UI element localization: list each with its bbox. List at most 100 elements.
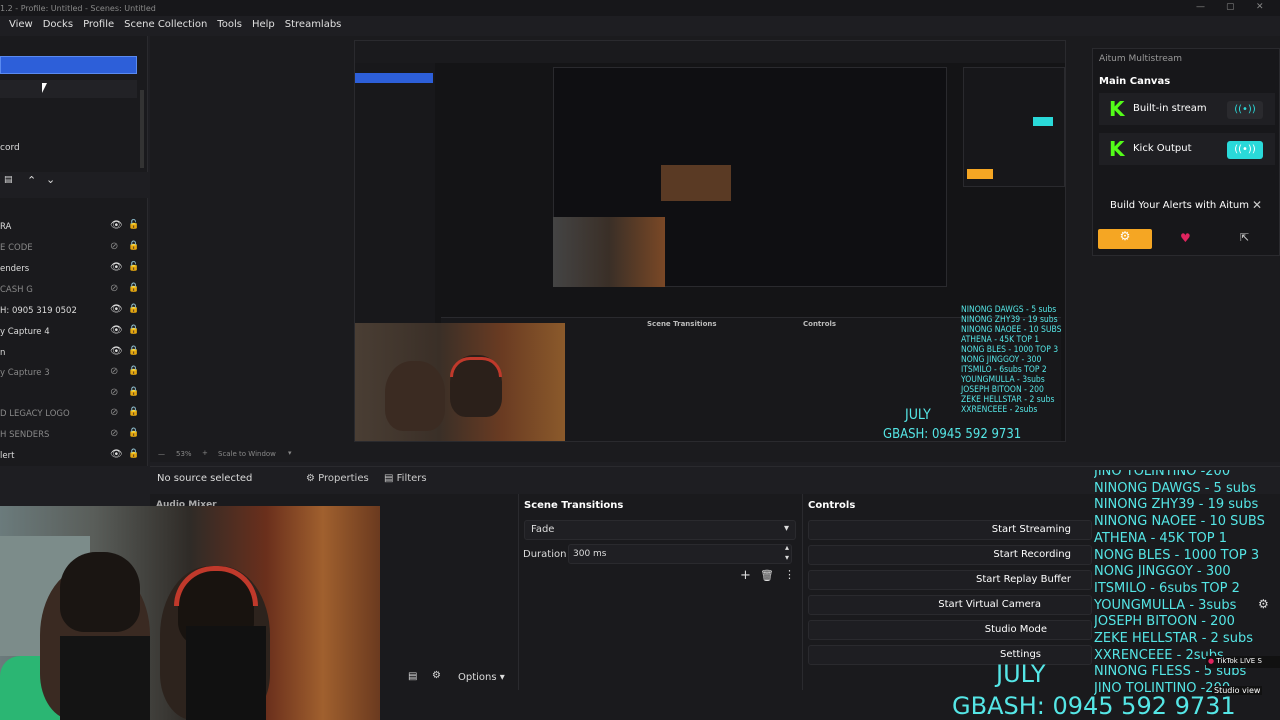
nested-webcam-tiny: [661, 165, 731, 201]
source-item[interactable]: enders 👁 🔓: [0, 260, 148, 280]
unlock-icon[interactable]: 🔓: [128, 220, 139, 230]
sub-line: ZEKE HELLSTAR - 2 subs: [1094, 631, 1253, 647]
lock-icon[interactable]: 🔒: [128, 325, 139, 335]
menu-profile[interactable]: Profile: [78, 16, 119, 34]
lock-icon[interactable]: 🔒: [128, 387, 139, 397]
source-name: lert: [0, 451, 15, 461]
eye-icon[interactable]: 👁: [110, 262, 123, 273]
scene-item[interactable]: [0, 80, 137, 98]
sub-line: NINONG ZHY39 - 19 subs: [1094, 497, 1259, 513]
eye-icon[interactable]: 👁: [110, 449, 123, 460]
source-item[interactable]: D LEGACY LOGO ⊘ 🔒: [0, 405, 148, 425]
move-up-icon[interactable]: ⌃: [27, 174, 36, 187]
zoom-out-icon[interactable]: —: [158, 450, 165, 458]
source-item[interactable]: H: 0905 319 0502 👁 🔒: [0, 302, 148, 322]
move-down-icon[interactable]: ⌄: [46, 173, 55, 186]
lock-icon[interactable]: 🔒: [128, 428, 139, 438]
eye-hidden-icon[interactable]: ⊘: [110, 407, 118, 418]
lock-icon[interactable]: 🔒: [128, 449, 139, 459]
title-bar: 1.2 - Profile: Untitled - Scenes: Untitl…: [0, 0, 1280, 16]
add-transition-icon[interactable]: +: [740, 568, 751, 583]
menu-scene-collection[interactable]: Scene Collection: [119, 16, 212, 34]
filters-button[interactable]: ▤ Filters: [384, 473, 427, 484]
menu-streamlabs[interactable]: Streamlabs: [280, 16, 347, 34]
stream-toggle[interactable]: ((•)): [1227, 101, 1263, 119]
spin-up-icon[interactable]: ▴: [785, 543, 789, 552]
menu-tools[interactable]: Tools: [212, 16, 247, 34]
eye-hidden-icon[interactable]: ⊘: [110, 283, 118, 294]
scene-item[interactable]: cord: [0, 140, 137, 158]
stream-label: Built-in stream: [1133, 103, 1207, 114]
properties-button[interactable]: ⚙ Properties: [306, 473, 369, 484]
heart-icon[interactable]: ♥: [1180, 231, 1191, 245]
stream-label: Kick Output: [1133, 143, 1192, 154]
aitum-title: Aitum Multistream: [1099, 54, 1183, 64]
layout-icon[interactable]: ▤: [408, 671, 417, 682]
duration-value: 300 ms: [573, 549, 607, 559]
scenes-toolbar: ▤ ⌃ ⌄: [0, 172, 148, 192]
transition-select[interactable]: Fade ▾: [524, 520, 796, 540]
source-item[interactable]: CASH G ⊘ 🔒: [0, 281, 148, 301]
start-virtual-camera-button[interactable]: Start Virtual Camera: [808, 595, 1092, 615]
mouse-cursor-icon: [42, 83, 52, 93]
sub-line: JOSEPH BITOON - 200: [1094, 614, 1235, 630]
stream-toggle[interactable]: ((•)): [1227, 141, 1263, 159]
menu-docks[interactable]: Docks: [38, 16, 78, 34]
start-streaming-button[interactable]: Start Streaming: [808, 520, 1092, 540]
unlock-icon[interactable]: 🔓: [128, 262, 139, 272]
studio-mode-button[interactable]: Studio Mode: [808, 620, 1092, 640]
trash-icon[interactable]: 🗑: [760, 569, 774, 582]
main-canvas-label: Main Canvas: [1099, 76, 1171, 87]
menu-view[interactable]: View: [4, 16, 38, 34]
settings-button[interactable]: Settings: [808, 645, 1092, 665]
source-item[interactable]: RA 👁 🔓: [0, 218, 148, 238]
scale-mode[interactable]: Scale to Window: [218, 450, 276, 458]
scene-item-selected[interactable]: [0, 56, 137, 74]
eye-icon[interactable]: 👁: [110, 325, 123, 336]
source-item[interactable]: H SENDERS ⊘ 🔒: [0, 426, 148, 446]
source-item[interactable]: ⊘ 🔒: [0, 385, 148, 405]
lock-icon[interactable]: 🔒: [128, 283, 139, 293]
start-recording-button[interactable]: Start Recording: [808, 545, 1092, 565]
start-replay-buffer-button[interactable]: Start Replay Buffer: [808, 570, 1092, 590]
lock-icon[interactable]: 🔒: [128, 346, 139, 356]
alerts-banner-text: Build Your Alerts with Aitum: [1110, 200, 1250, 211]
lock-icon[interactable]: 🔒: [128, 366, 139, 376]
aitum-button-row: ⚙ ♥ ⇱: [1098, 229, 1272, 249]
settings-gear-button[interactable]: ⚙: [1098, 229, 1152, 249]
source-item[interactable]: y Capture 4 👁 🔒: [0, 323, 148, 343]
close-icon[interactable]: ✕: [1252, 198, 1262, 212]
options-button[interactable]: Options ▾: [458, 672, 505, 683]
more-options-icon[interactable]: ⋮: [784, 568, 795, 581]
duration-spinbox[interactable]: 300 ms ▴ ▾: [568, 543, 792, 564]
eye-icon[interactable]: 👁: [110, 304, 123, 315]
gear-icon[interactable]: ⚙: [432, 670, 441, 681]
filter-icon[interactable]: ▤: [4, 175, 13, 185]
menu-help[interactable]: Help: [247, 16, 280, 34]
share-icon[interactable]: ⇱: [1240, 231, 1249, 244]
zoom-in-icon[interactable]: +: [202, 449, 208, 457]
aitum-multistream-panel: Aitum Multistream Main Canvas K Built-in…: [1092, 48, 1280, 256]
lock-icon[interactable]: 🔒: [128, 241, 139, 251]
nested-july: JULY: [905, 407, 931, 423]
eye-icon[interactable]: 👁: [110, 220, 123, 231]
minimize-icon[interactable]: —: [1196, 2, 1205, 12]
eye-hidden-icon[interactable]: ⊘: [110, 428, 118, 439]
lock-icon[interactable]: 🔒: [128, 407, 139, 417]
source-item[interactable]: n 👁 🔒: [0, 344, 148, 364]
source-item[interactable]: E CODE ⊘ 🔒: [0, 239, 148, 259]
lock-icon[interactable]: 🔒: [128, 304, 139, 314]
eye-hidden-icon[interactable]: ⊘: [110, 366, 118, 377]
source-name: enders: [0, 264, 30, 274]
eye-hidden-icon[interactable]: ⊘: [110, 241, 118, 252]
eye-hidden-icon[interactable]: ⊘: [110, 387, 118, 398]
maximize-icon[interactable]: ▢: [1226, 2, 1235, 12]
close-window-icon[interactable]: ✕: [1256, 2, 1264, 12]
eye-icon[interactable]: 👁: [110, 346, 123, 357]
source-item[interactable]: y Capture 3 ⊘ 🔒: [0, 364, 148, 384]
scrollbar[interactable]: [140, 90, 144, 168]
source-item[interactable]: lert 👁 🔒: [0, 447, 148, 467]
scale-dropdown-icon[interactable]: ▾: [288, 449, 292, 457]
spin-down-icon[interactable]: ▾: [785, 553, 789, 562]
nested-aitum-accent: [967, 169, 993, 179]
